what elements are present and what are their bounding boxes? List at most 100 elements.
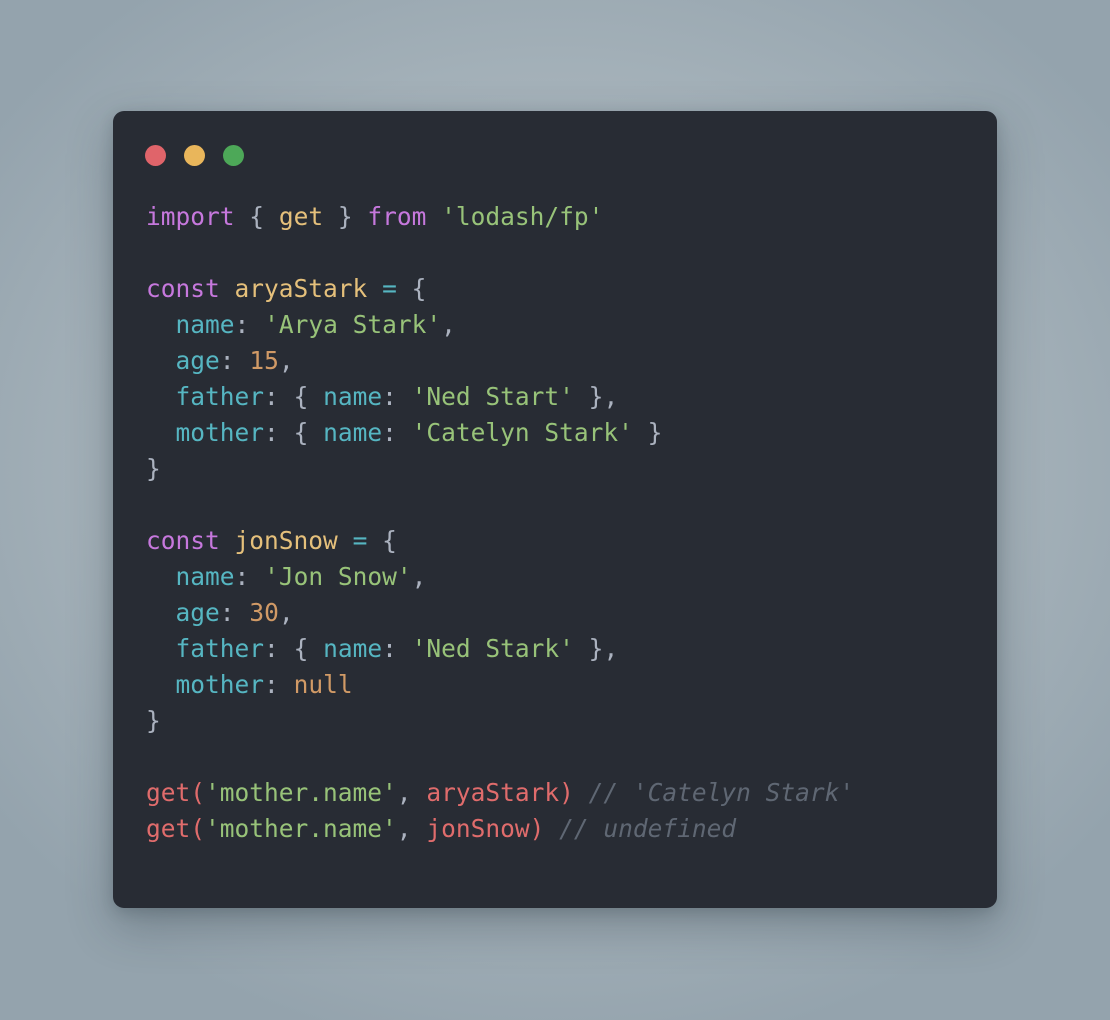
code-token-punc: :	[264, 670, 279, 699]
code-token-punc: :	[234, 310, 250, 339]
code-token-str: 'mother.name'	[205, 814, 397, 843]
code-token-call: )	[559, 778, 574, 807]
code-token-punc: }	[588, 382, 604, 411]
code-token-kw: import	[146, 202, 235, 231]
code-token-prop: age	[175, 346, 220, 375]
window-titlebar	[113, 111, 997, 199]
code-token-punc: }	[647, 418, 663, 447]
code-token-punc: :	[264, 418, 279, 447]
code-token-call: get	[146, 778, 191, 807]
code-token-call: jonSnow	[426, 814, 530, 843]
code-body: import { get } from 'lodash/fp' const ar…	[113, 199, 997, 847]
code-token-id: get	[278, 202, 324, 231]
code-token-kw: const	[146, 526, 220, 555]
code-line: get('mother.name', jonSnow) // undefined	[146, 814, 736, 843]
code-token-id: aryaStark	[234, 274, 368, 303]
code-token-punc: ,	[441, 310, 456, 339]
code-line: const jonSnow = {	[146, 526, 397, 555]
code-line: father: { name: 'Ned Start' },	[146, 382, 619, 411]
code-token-punc: ,	[603, 634, 619, 663]
close-button-icon[interactable]	[145, 144, 166, 166]
traffic-light-buttons	[145, 144, 244, 166]
code-token-punc: {	[293, 418, 309, 447]
code-token-prop: name	[323, 382, 383, 411]
code-token-punc: {	[411, 274, 427, 303]
code-token-punc: }	[588, 634, 604, 663]
code-token-call: get	[146, 814, 191, 843]
code-token-str: 'Ned Stark'	[411, 634, 574, 663]
code-token-num: 30	[249, 598, 279, 627]
code-token-punc: ,	[278, 598, 294, 627]
code-token-punc: ,	[396, 814, 412, 843]
minimize-button-icon[interactable]	[184, 144, 205, 166]
code-token-punc: ,	[411, 562, 427, 591]
code-window: import { get } from 'lodash/fp' const ar…	[113, 111, 997, 908]
code-token-str: 'Jon Snow'	[264, 562, 412, 591]
code-token-prop: name	[323, 634, 383, 663]
code-token-prop: name	[323, 418, 383, 447]
code-token-punc: :	[382, 634, 397, 663]
code-token-str: 'Ned Start'	[411, 382, 574, 411]
code-line: father: { name: 'Ned Stark' },	[146, 634, 619, 663]
code-token-punc: }	[146, 454, 161, 483]
code-token-kw: from	[367, 202, 427, 231]
code-token-call: aryaStark	[426, 778, 560, 807]
code-token-punc: }	[337, 202, 353, 231]
code-token-punc: {	[293, 382, 309, 411]
code-line: const aryaStark = {	[146, 274, 426, 303]
maximize-button-icon[interactable]	[223, 144, 244, 166]
code-token-prop: father	[175, 634, 265, 663]
code-line: name: 'Arya Stark',	[146, 310, 456, 339]
code-line: import { get } from 'lodash/fp'	[146, 202, 603, 231]
code-token-str: 'Catelyn Stark'	[411, 418, 633, 447]
code-token-prop: mother	[175, 418, 265, 447]
code-token-punc: ,	[603, 382, 619, 411]
code-block[interactable]: import { get } from 'lodash/fp' const ar…	[146, 199, 997, 847]
code-token-call: )	[529, 814, 545, 843]
code-token-punc: }	[146, 706, 161, 735]
code-token-punc: ,	[278, 346, 294, 375]
code-token-punc: {	[382, 526, 397, 555]
code-line: mother: null	[146, 670, 353, 699]
code-token-prop: name	[175, 310, 235, 339]
code-token-id: jonSnow	[234, 526, 338, 555]
code-token-punc: {	[249, 202, 265, 231]
code-token-comment: // undefined	[559, 814, 737, 843]
code-line: age: 15,	[146, 346, 294, 375]
code-line: name: 'Jon Snow',	[146, 562, 427, 591]
screenshot-stage: import { get } from 'lodash/fp' const ar…	[0, 0, 1110, 1020]
code-token-num: 15	[249, 346, 279, 375]
code-token-call: (	[190, 778, 206, 807]
code-token-prop: age	[175, 598, 220, 627]
code-token-punc: :	[219, 598, 235, 627]
code-line: get('mother.name', aryaStark) // 'Cately…	[146, 778, 854, 807]
code-token-punc: :	[382, 382, 397, 411]
code-token-call: (	[190, 814, 206, 843]
